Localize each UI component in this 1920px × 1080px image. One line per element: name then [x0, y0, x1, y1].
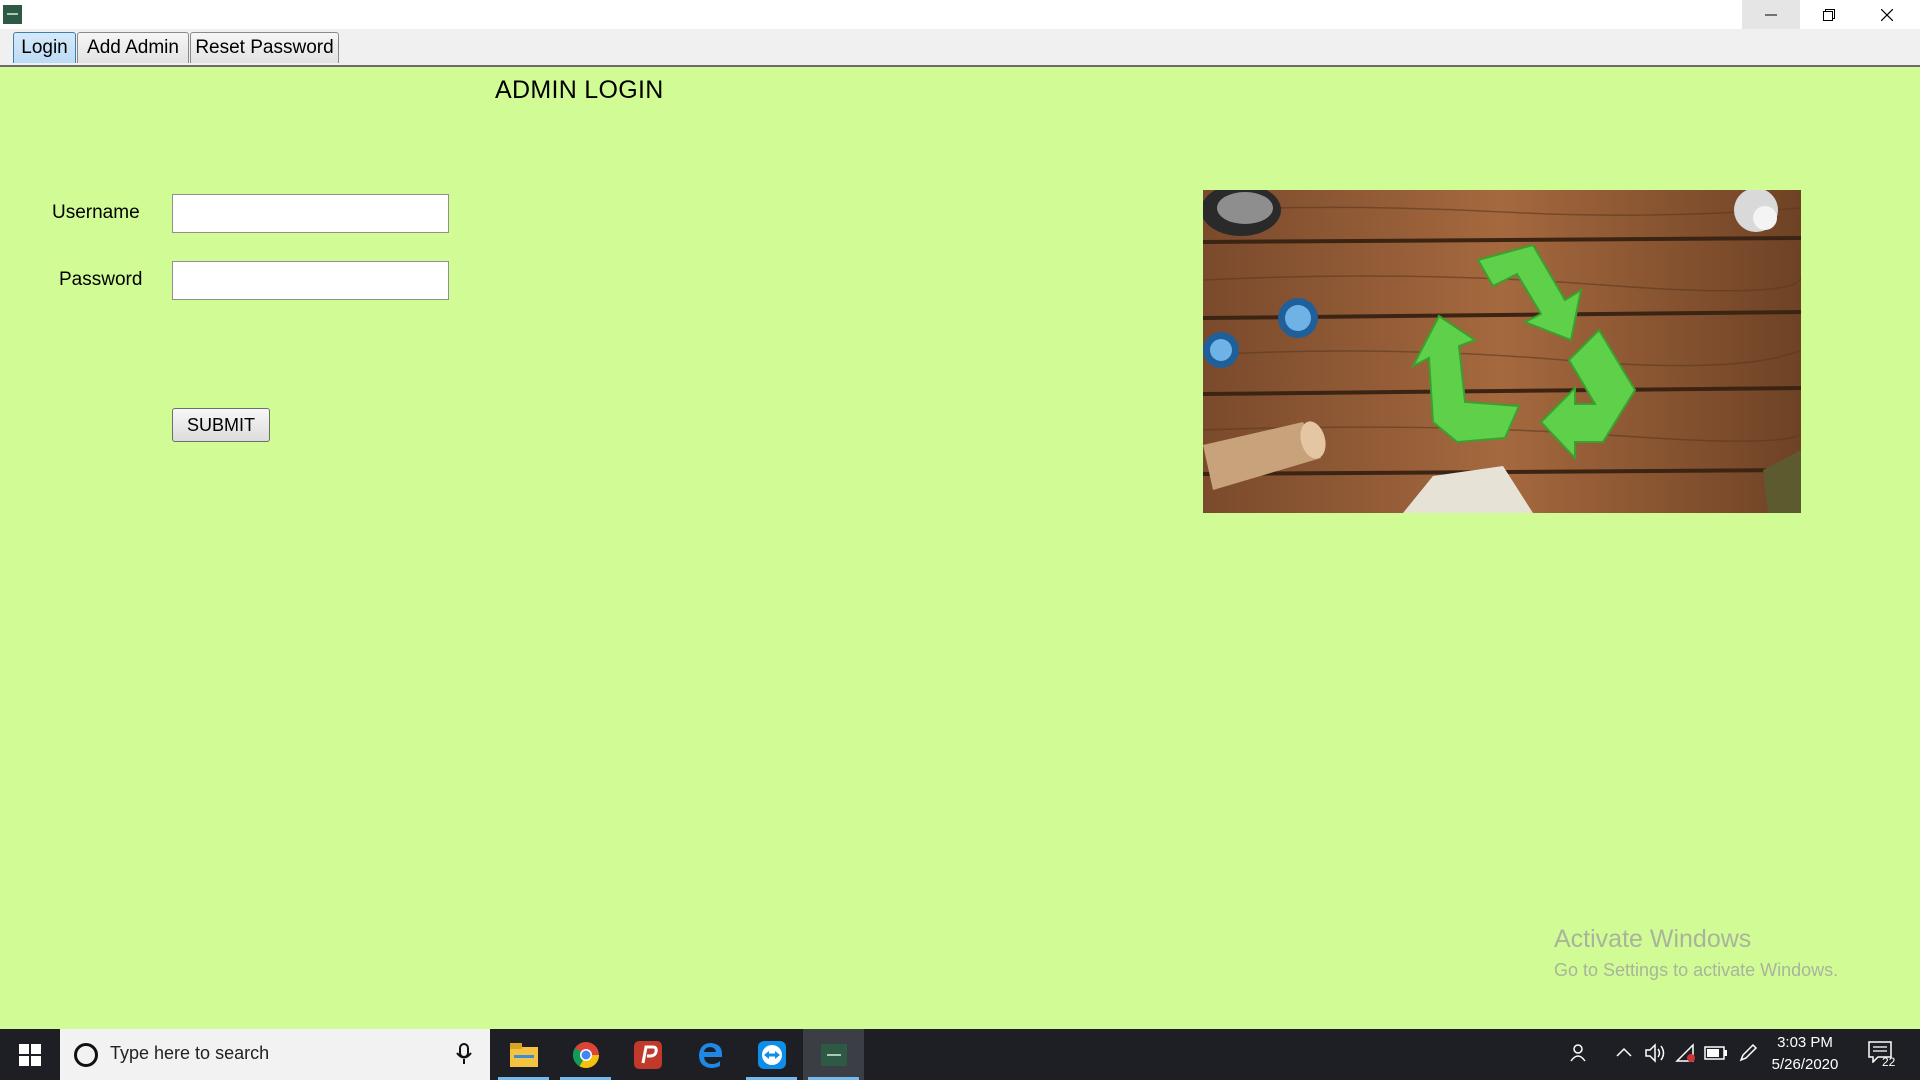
tab-strip: Login Add Admin Reset Password — [0, 29, 1920, 67]
microphone-icon[interactable] — [456, 1043, 472, 1065]
windows-logo-icon — [19, 1043, 41, 1066]
tab-login[interactable]: Login — [13, 32, 76, 63]
recycling-symbol-on-wood-image — [1203, 190, 1801, 513]
notification-count-badge: 22 — [1882, 1055, 1896, 1069]
swcs-app-icon — [820, 1043, 847, 1066]
app-logo-icon — [3, 5, 22, 24]
activate-windows-title: Activate Windows — [1554, 925, 1752, 953]
file-explorer-icon — [509, 1042, 538, 1067]
network-icon[interactable] — [1675, 1043, 1697, 1063]
page-title: ADMIN LOGIN — [495, 76, 664, 104]
battery-icon[interactable] — [1704, 1046, 1728, 1060]
minimize-button[interactable] — [1742, 0, 1800, 29]
tab-reset-password[interactable]: Reset Password — [190, 32, 339, 63]
minimize-icon — [1765, 14, 1777, 15]
chrome-icon — [572, 1041, 599, 1068]
activate-windows-subtitle: Go to Settings to activate Windows. — [1554, 960, 1839, 980]
username-label: Username — [52, 202, 140, 223]
taskbar-teamviewer[interactable] — [741, 1029, 802, 1080]
title-bar — [0, 0, 1920, 29]
taskbar-edge[interactable] — [679, 1029, 740, 1080]
teamviewer-icon — [757, 1040, 786, 1069]
recycling-image — [1203, 190, 1801, 513]
restore-button[interactable] — [1800, 0, 1858, 29]
taskbar-app-p[interactable] — [617, 1029, 678, 1080]
cortana-icon — [74, 1043, 98, 1067]
username-input[interactable] — [172, 194, 449, 233]
clock-time[interactable]: 3:03 PM — [1770, 1034, 1840, 1051]
password-label: Password — [59, 269, 143, 290]
password-input[interactable] — [172, 261, 449, 300]
volume-icon[interactable] — [1644, 1043, 1666, 1063]
restore-icon — [1823, 8, 1835, 21]
taskbar-chrome[interactable] — [555, 1029, 616, 1080]
search-placeholder: Type here to search — [110, 1043, 270, 1063]
tab-add-admin[interactable]: Add Admin — [77, 32, 189, 63]
close-icon — [1881, 8, 1893, 21]
clock-date[interactable]: 5/26/2020 — [1770, 1056, 1840, 1073]
taskbar-search-box[interactable]: Type here to search — [60, 1029, 490, 1080]
edge-icon — [698, 1042, 722, 1068]
people-icon[interactable] — [1569, 1043, 1589, 1063]
taskbar-file-explorer[interactable] — [493, 1029, 554, 1080]
app-p-icon — [633, 1040, 662, 1069]
taskbar-swcs-app[interactable] — [803, 1029, 864, 1080]
taskbar: Type here to search 3:03 PM 5/26/2020 22 — [0, 1029, 1920, 1080]
close-button[interactable] — [1858, 0, 1916, 29]
submit-button[interactable]: SUBMIT — [172, 408, 270, 442]
start-button[interactable] — [0, 1029, 60, 1080]
pen-icon[interactable] — [1738, 1043, 1758, 1063]
chevron-up-icon[interactable] — [1616, 1047, 1632, 1057]
